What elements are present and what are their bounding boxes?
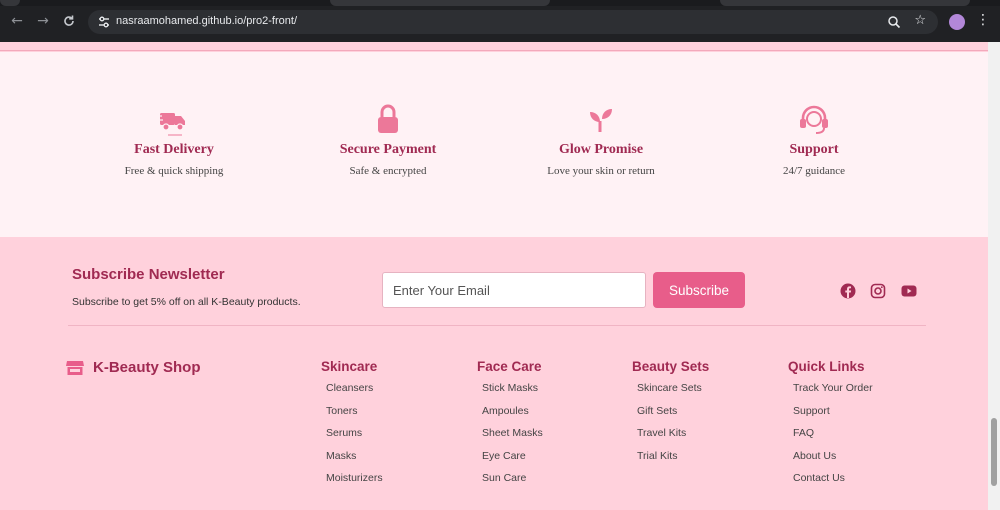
feature-glow-promise: Glow Promise Love your skin or return xyxy=(501,102,701,177)
footer-column-skincare: Skincare Cleansers Toners Serums Masks M… xyxy=(321,359,383,495)
zoom-icon[interactable] xyxy=(886,14,902,30)
column-title: Face Care xyxy=(477,359,542,374)
footer-column-beauty-sets: Beauty Sets Skincare Sets Gift Sets Trav… xyxy=(632,359,709,472)
menu-icon[interactable]: ⋮ xyxy=(976,12,990,28)
subscribe-button[interactable]: Subscribe xyxy=(653,272,745,308)
email-input[interactable] xyxy=(382,272,646,308)
store-icon xyxy=(66,360,84,375)
feature-support: Support 24/7 guidance xyxy=(714,102,914,177)
address-bar[interactable]: nasraamohamed.github.io/pro2-front/ ☆ xyxy=(88,10,938,34)
footer-link[interactable]: Masks xyxy=(326,450,383,473)
scrollbar-thumb[interactable] xyxy=(991,418,997,486)
brand-name: K-Beauty Shop xyxy=(93,359,201,376)
truck-icon xyxy=(157,113,185,136)
footer-link[interactable]: Contact Us xyxy=(793,472,873,495)
star-icon[interactable]: ☆ xyxy=(914,13,926,28)
footer-link[interactable]: FAQ xyxy=(793,427,873,450)
forward-icon[interactable]: → xyxy=(35,13,51,29)
tab-strip xyxy=(0,0,1000,6)
tab[interactable] xyxy=(720,0,970,6)
headset-icon xyxy=(800,105,828,134)
footer-link[interactable]: Serums xyxy=(326,427,383,450)
feature-secure-payment: Secure Payment Safe & encrypted xyxy=(288,102,488,177)
feature-text: Free & quick shipping xyxy=(124,165,224,177)
page-content: Fast Delivery Free & quick shipping Secu… xyxy=(0,42,988,510)
column-title: Beauty Sets xyxy=(632,359,710,374)
footer-link[interactable]: Ampoules xyxy=(482,405,543,428)
footer-link[interactable]: Skincare Sets xyxy=(637,382,709,405)
reload-icon[interactable] xyxy=(61,13,77,29)
footer-link[interactable]: Travel Kits xyxy=(637,427,709,450)
newsletter-title: Subscribe Newsletter xyxy=(72,266,225,283)
feature-title: Secure Payment xyxy=(339,142,437,157)
footer-column-face-care: Face Care Stick Masks Ampoules Sheet Mas… xyxy=(477,359,543,495)
seedling-icon xyxy=(590,109,612,132)
footer-column-quick-links: Quick Links Track Your Order Support FAQ… xyxy=(788,359,873,495)
footer-link[interactable]: Toners xyxy=(326,405,383,428)
tab-active[interactable] xyxy=(330,0,550,6)
footer-link[interactable]: Trial Kits xyxy=(637,450,709,473)
tab[interactable] xyxy=(0,0,20,6)
feature-title: Support xyxy=(789,142,839,157)
profile-icon[interactable] xyxy=(949,14,965,30)
browser-toolbar: ← → nasraamohamed.github.io/pro2-front/ … xyxy=(0,0,1000,42)
features-section: Fast Delivery Free & quick shipping Secu… xyxy=(0,52,988,237)
instagram-icon[interactable] xyxy=(870,283,886,299)
feature-text: 24/7 guidance xyxy=(782,165,845,177)
facebook-icon[interactable] xyxy=(840,283,856,299)
footer: Subscribe Newsletter Subscribe to get 5%… xyxy=(0,237,988,510)
footer-link[interactable]: Eye Care xyxy=(482,450,543,473)
footer-link[interactable]: Sun Care xyxy=(482,472,543,495)
footer-link[interactable]: Stick Masks xyxy=(482,382,543,405)
column-title: Skincare xyxy=(321,359,378,374)
footer-brand[interactable]: K-Beauty Shop xyxy=(66,359,201,376)
header-edge xyxy=(0,42,988,51)
footer-link[interactable]: Moisturizers xyxy=(326,472,383,495)
feature-text: Love your skin or return xyxy=(547,165,655,177)
url-text[interactable]: nasraamohamed.github.io/pro2-front/ xyxy=(116,15,297,27)
site-settings-icon[interactable] xyxy=(96,14,112,30)
footer-link[interactable]: Sheet Masks xyxy=(482,427,543,450)
footer-link[interactable]: Support xyxy=(793,405,873,428)
footer-link[interactable]: Track Your Order xyxy=(793,382,873,405)
youtube-icon[interactable] xyxy=(901,283,917,299)
footer-divider xyxy=(68,325,926,326)
feature-title: Glow Promise xyxy=(558,142,644,157)
newsletter-subtitle: Subscribe to get 5% off on all K-Beauty … xyxy=(72,296,301,308)
feature-text: Safe & encrypted xyxy=(349,165,427,177)
footer-link[interactable]: About Us xyxy=(793,450,873,473)
column-title: Quick Links xyxy=(788,359,865,374)
feature-fast-delivery: Fast Delivery Free & quick shipping xyxy=(74,102,274,177)
footer-link[interactable]: Gift Sets xyxy=(637,405,709,428)
feature-title: Fast Delivery xyxy=(134,142,214,157)
back-icon[interactable]: ← xyxy=(9,13,25,29)
lock-icon xyxy=(378,104,398,133)
footer-link[interactable]: Cleansers xyxy=(326,382,383,405)
